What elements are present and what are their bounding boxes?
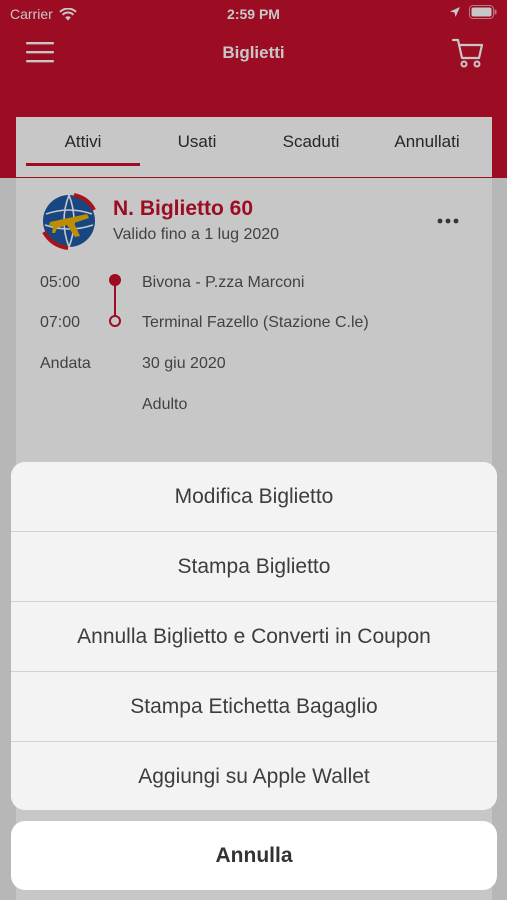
action-print-baggage-label[interactable]: Stampa Etichetta Bagaglio — [11, 672, 497, 742]
action-sheet: Modifica Biglietto Stampa Biglietto Annu… — [11, 462, 497, 810]
cancel-button[interactable]: Annulla — [11, 821, 497, 890]
action-print-ticket[interactable]: Stampa Biglietto — [11, 532, 497, 602]
action-add-apple-wallet[interactable]: Aggiungi su Apple Wallet — [11, 742, 497, 810]
action-cancel-convert-coupon[interactable]: Annulla Biglietto e Converti in Coupon — [11, 602, 497, 672]
action-edit-ticket[interactable]: Modifica Biglietto — [11, 462, 497, 532]
app-screen: Carrier 2:59 PM Biglietti Attivi Usati S… — [0, 0, 507, 900]
